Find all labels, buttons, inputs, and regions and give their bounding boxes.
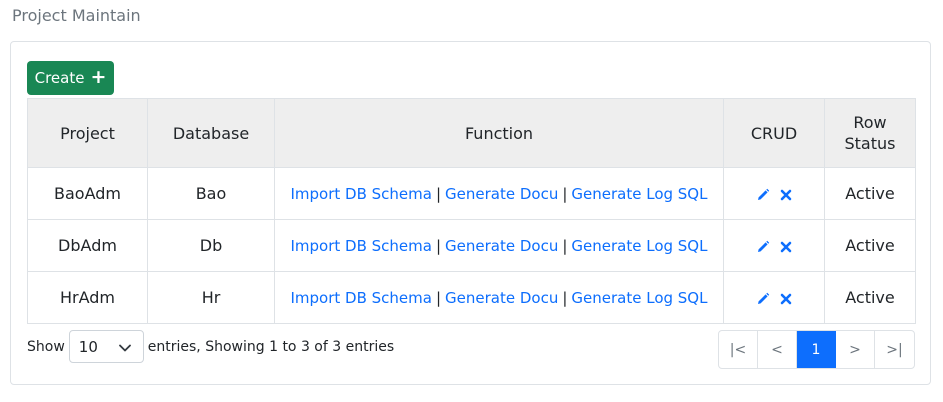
link-separator: | [562, 185, 568, 203]
generate-log-sql-link[interactable]: Generate Log SQL [571, 289, 707, 307]
header-project: Project [27, 98, 148, 168]
header-crud: CRUD [723, 98, 825, 168]
close-icon[interactable] [780, 293, 792, 305]
page-size-value: 10 [78, 337, 98, 356]
next-page-button[interactable]: > [836, 331, 875, 368]
create-button-label: Create [34, 69, 85, 87]
cell-project: DbAdm [27, 219, 148, 272]
cell-crud [723, 167, 825, 220]
cell-function: Import DB Schema | Generate Docu | Generate … [274, 219, 724, 272]
cell-crud [723, 219, 825, 272]
entries-info: entries, Showing 1 to 3 of 3 entries [147, 338, 395, 355]
generate-docu-link[interactable]: Generate Docu [445, 289, 558, 307]
cell-database: Hr [147, 271, 275, 324]
link-separator: | [562, 289, 568, 307]
table-row: HrAdm Hr Import DB Schema | Generate Docu |… [27, 271, 916, 324]
cell-status: Active [824, 219, 916, 272]
show-label: Show [27, 338, 65, 355]
generate-log-sql-link[interactable]: Generate Log SQL [571, 185, 707, 203]
cell-function: Import DB Schema | Generate Docu | Generate … [274, 167, 724, 220]
plus-icon: + [90, 65, 107, 88]
link-separator: | [435, 237, 442, 255]
header-row-status-label: Row Status [844, 113, 896, 153]
page-title: Project Maintain [12, 6, 141, 25]
table-row: BaoAdm Bao Import DB Schema | Generate Doc… [27, 167, 916, 220]
pencil-icon[interactable] [756, 292, 770, 306]
prev-page-button[interactable]: < [758, 331, 797, 368]
table-info: Show 10 entries, Showing 1 to 3 of 3 ent… [27, 330, 394, 363]
pencil-icon[interactable] [756, 240, 770, 254]
close-icon[interactable] [780, 241, 792, 253]
cell-status: Active [824, 271, 916, 324]
header-row-status: Row Status [824, 98, 916, 168]
cell-database: Bao [147, 167, 275, 220]
chevron-down-icon [118, 338, 131, 356]
link-separator: | [562, 237, 568, 255]
table-header-row: Project Database Function CRUD Row Statu… [27, 98, 916, 168]
header-function: Function [274, 98, 724, 168]
cell-database: Db [147, 219, 275, 272]
page-size-select[interactable]: 10 [68, 330, 144, 363]
cell-status: Active [824, 167, 916, 220]
first-page-button[interactable]: |< [719, 331, 758, 368]
cell-project: BaoAdm [27, 167, 148, 220]
import-db-schema-link[interactable]: Import DB Schema [291, 185, 432, 203]
close-icon[interactable] [780, 189, 792, 201]
link-separator: | [435, 289, 442, 307]
import-db-schema-link[interactable]: Import DB Schema [291, 289, 432, 307]
pencil-icon[interactable] [756, 188, 770, 202]
link-separator: | [435, 185, 442, 203]
generate-docu-link[interactable]: Generate Docu [445, 237, 558, 255]
table-row: DbAdm Db Import DB Schema | Generate Docu |… [27, 219, 916, 272]
header-database: Database [147, 98, 275, 168]
import-db-schema-link[interactable]: Import DB Schema [291, 237, 432, 255]
generate-docu-link[interactable]: Generate Docu [445, 185, 558, 203]
generate-log-sql-link[interactable]: Generate Log SQL [571, 237, 707, 255]
project-table: Project Database Function CRUD Row Statu… [27, 98, 916, 324]
page-1-button[interactable]: 1 [797, 331, 836, 368]
last-page-button[interactable]: >| [875, 331, 914, 368]
create-button[interactable]: Create + [27, 61, 114, 95]
cell-crud [723, 271, 825, 324]
pagination: |< < 1 > >| [718, 330, 915, 369]
cell-project: HrAdm [27, 271, 148, 324]
cell-function: Import DB Schema | Generate Docu | Generate … [274, 271, 724, 324]
